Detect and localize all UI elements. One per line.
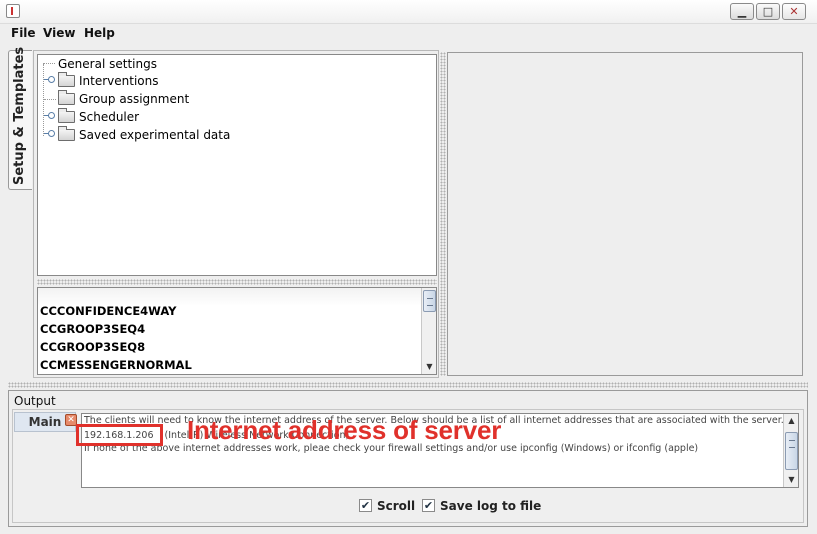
tree-item-interventions[interactable]: Interventions bbox=[58, 72, 159, 89]
menu-view[interactable]: View bbox=[43, 26, 75, 40]
maximize-button[interactable]: □ bbox=[756, 3, 780, 20]
expand-icon[interactable] bbox=[44, 130, 55, 138]
templates-scrollbar[interactable]: ▼ bbox=[421, 288, 436, 374]
list-item[interactable]: CCCONFIDENCE4WAY bbox=[40, 302, 176, 320]
checkmark-icon: ✔ bbox=[359, 499, 372, 512]
split-handle-horizontal[interactable] bbox=[37, 279, 437, 285]
scrollbar-thumb[interactable] bbox=[423, 290, 436, 312]
tree-item-general-settings[interactable]: General settings bbox=[58, 56, 157, 72]
expand-icon[interactable] bbox=[44, 76, 55, 84]
checkmark-icon: ✔ bbox=[422, 499, 435, 512]
tree-item-scheduler[interactable]: Scheduler bbox=[58, 108, 139, 125]
output-label: Output bbox=[14, 394, 56, 408]
tab-setup-templates-label: Setup & Templates bbox=[12, 46, 27, 185]
folder-icon bbox=[58, 126, 75, 141]
annotation-box bbox=[76, 424, 163, 446]
scrollbar-thumb[interactable] bbox=[785, 432, 798, 470]
split-handle-vertical[interactable] bbox=[440, 52, 446, 376]
annotation-label: Internet address of server bbox=[187, 415, 502, 445]
java-app-icon bbox=[6, 4, 20, 18]
list-item[interactable]: CCGROOP3SEQ8 bbox=[40, 338, 145, 356]
scroll-down-icon[interactable]: ▼ bbox=[785, 474, 798, 486]
tree-item-saved-experimental-data[interactable]: Saved experimental data bbox=[58, 126, 230, 143]
expand-icon[interactable] bbox=[44, 112, 55, 120]
title-bar: ▁ □ ✕ bbox=[0, 0, 817, 24]
list-item[interactable]: CCMESSENGERNORMAL bbox=[40, 356, 192, 374]
tree-line bbox=[43, 64, 44, 136]
minimize-button[interactable]: ▁ bbox=[730, 3, 754, 20]
tree-line bbox=[44, 99, 56, 100]
settings-tree: General settings Interventions Group ass… bbox=[37, 54, 437, 276]
menu-file[interactable]: File bbox=[11, 26, 36, 40]
log-scrollbar[interactable]: ▲ ▼ bbox=[783, 414, 798, 487]
tree-line bbox=[43, 63, 55, 64]
detail-pane bbox=[447, 52, 803, 376]
templates-list: CCCONFIDENCE4WAY CCGROOP3SEQ4 CCGROOP3SE… bbox=[37, 287, 437, 375]
split-handle-output[interactable] bbox=[8, 382, 808, 388]
folder-icon bbox=[58, 90, 75, 105]
close-button[interactable]: ✕ bbox=[782, 3, 806, 20]
list-item[interactable]: CCGROOP3SEQ4 bbox=[40, 320, 145, 338]
folder-icon bbox=[58, 72, 75, 87]
menu-help[interactable]: Help bbox=[84, 26, 115, 40]
tab-setup-templates[interactable]: Setup & Templates bbox=[8, 46, 32, 190]
scroll-down-icon[interactable]: ▼ bbox=[423, 361, 436, 373]
tree-item-group-assignment[interactable]: Group assignment bbox=[58, 90, 189, 107]
menu-bar: File View Help bbox=[0, 24, 817, 44]
folder-icon bbox=[58, 108, 75, 123]
scroll-up-icon[interactable]: ▲ bbox=[785, 415, 798, 427]
